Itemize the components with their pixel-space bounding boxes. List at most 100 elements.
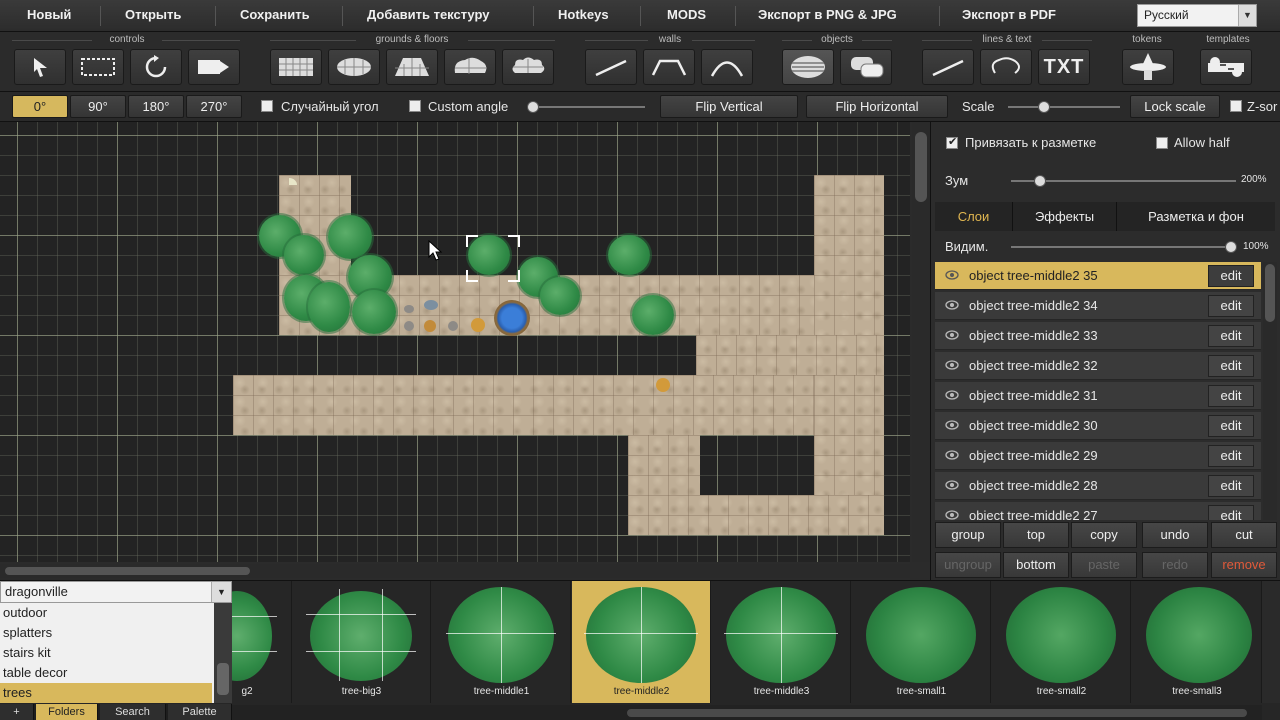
selection-handle[interactable] [466,270,478,282]
cut-button[interactable]: cut [1211,522,1277,548]
menu-save[interactable]: Сохранить [240,0,310,30]
tree-object[interactable] [284,235,324,275]
eye-icon[interactable] [945,420,959,430]
flip-horizontal-button[interactable]: Flip Horizontal [806,95,948,118]
tree-object[interactable] [352,290,396,334]
bottom-button[interactable]: bottom [1003,552,1069,578]
scale-slider[interactable] [1008,106,1120,108]
anvil-object[interactable] [424,300,438,310]
visibility-slider[interactable] [1011,246,1236,248]
rock-object[interactable] [448,321,458,331]
canvas-horizontal-scrollbar[interactable] [0,564,910,578]
eye-icon[interactable] [945,330,959,340]
ungroup-button[interactable]: ungroup [935,552,1001,578]
scrollbar-thumb[interactable] [1265,264,1275,322]
layer-edit-button[interactable]: edit [1208,295,1254,317]
gallery-vertical-scrollbar[interactable] [1262,581,1280,703]
tree-object[interactable] [608,235,650,275]
flip-vertical-button[interactable]: Flip Vertical [660,95,798,118]
snap-to-grid-checkbox[interactable] [946,135,958,149]
freeform-line-button[interactable] [980,49,1032,85]
lock-scale-button[interactable]: Lock scale [1130,95,1220,118]
zoom-slider-knob[interactable] [1034,175,1046,187]
folder-item[interactable]: splatters [0,623,212,643]
custom-angle-checkbox[interactable] [409,100,421,112]
menu-open[interactable]: Открыть [125,0,181,30]
tab-palette[interactable]: Palette [168,704,232,720]
tree-object[interactable] [328,215,372,259]
ground-ellipse-button[interactable] [328,49,380,85]
selection-handle[interactable] [508,270,520,282]
eye-icon[interactable] [945,480,959,490]
tab-grid-background[interactable]: Разметка и фон [1117,202,1275,231]
layer-edit-button[interactable]: edit [1208,475,1254,497]
layer-row[interactable]: object tree-middle2 30 edit [935,412,1261,440]
tab-folders[interactable]: Folders [36,704,98,720]
angle-0-button[interactable]: 0° [12,95,68,118]
eye-icon[interactable] [945,450,959,460]
undo-button[interactable]: undo [1142,522,1208,548]
text-tool-button[interactable]: TXT [1038,49,1090,85]
paste-button[interactable]: paste [1071,552,1137,578]
top-button[interactable]: top [1003,522,1069,548]
remove-button[interactable]: remove [1211,552,1277,578]
well-object[interactable] [494,300,530,336]
rotate-tool-button[interactable] [130,49,182,85]
select-tool-button[interactable] [14,49,66,85]
objects-stack-button[interactable] [840,49,892,85]
group-button[interactable]: group [935,522,1001,548]
tree-object[interactable] [540,277,580,315]
ground-blob-button[interactable] [444,49,496,85]
eye-icon[interactable] [945,390,959,400]
rock-object[interactable] [404,305,414,313]
ground-rect-button[interactable] [270,49,322,85]
random-angle-checkbox[interactable] [261,100,273,112]
scrollbar-thumb[interactable] [627,709,1247,717]
wall-polyline-button[interactable] [643,49,695,85]
scrollbar-thumb[interactable] [5,567,250,575]
asset-thumbnail[interactable]: tree-big3 [292,581,431,703]
layer-row[interactable]: object tree-middle2 31 edit [935,382,1261,410]
map-canvas[interactable] [0,122,930,580]
layer-edit-button[interactable]: edit [1208,445,1254,467]
ground-cloud-button[interactable] [502,49,554,85]
light-object[interactable] [281,178,297,192]
menu-export-png-jpg[interactable]: Экспорт в PNG & JPG [758,0,897,30]
scale-slider-knob[interactable] [1038,101,1050,113]
custom-angle-slider[interactable] [530,106,645,108]
barrel-object[interactable] [424,320,436,332]
angle-90-button[interactable]: 90° [70,95,126,118]
copy-button[interactable]: copy [1071,522,1137,548]
layer-edit-button[interactable]: edit [1208,505,1254,520]
eye-icon[interactable] [945,360,959,370]
menu-new[interactable]: Новый [27,0,71,30]
wall-arc-button[interactable] [701,49,753,85]
angle-180-button[interactable]: 180° [128,95,184,118]
canvas-vertical-scrollbar[interactable] [912,122,930,562]
folder-item[interactable]: table decor [0,663,212,683]
marquee-tool-button[interactable] [72,49,124,85]
tree-object[interactable] [308,282,350,332]
eye-icon[interactable] [945,300,959,310]
asset-thumbnail[interactable]: tree-middle1 [432,581,571,703]
layer-row[interactable]: object tree-middle2 28 edit [935,472,1261,500]
menu-mods[interactable]: MODS [667,0,706,30]
selection-handle[interactable] [466,235,478,247]
tab-layers[interactable]: Слои [935,202,1013,231]
menu-add-texture[interactable]: Добавить текстуру [367,0,489,30]
asset-thumbnail[interactable]: g2 [232,581,292,703]
tab-effects[interactable]: Эффекты [1013,202,1117,231]
move-tool-button[interactable] [188,49,240,85]
add-folder-button[interactable]: + [0,704,34,720]
layer-row[interactable]: object tree-middle2 29 edit [935,442,1261,470]
layer-row[interactable]: object tree-middle2 34 edit [935,292,1261,320]
layer-row[interactable]: object tree-middle2 33 edit [935,322,1261,350]
layers-scrollbar[interactable] [1263,262,1277,520]
templates-button[interactable] [1200,49,1252,85]
tokens-button[interactable] [1122,49,1174,85]
layer-edit-button[interactable]: edit [1208,325,1254,347]
tab-search[interactable]: Search [100,704,166,720]
barrel-object[interactable] [471,318,485,332]
z-sort-checkbox[interactable] [1230,100,1242,112]
menu-export-pdf[interactable]: Экспорт в PDF [962,0,1056,30]
